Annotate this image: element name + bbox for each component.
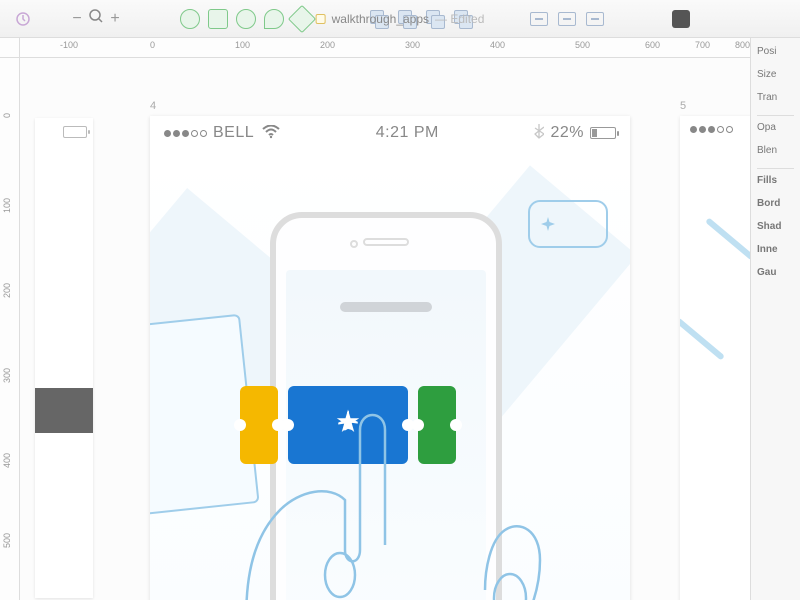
rotate-tool-icon[interactable] — [236, 9, 256, 29]
ruler-tick: 500 — [2, 533, 12, 548]
pencil-tool-icon[interactable] — [288, 4, 316, 32]
ruler-tick: 700 — [695, 40, 710, 50]
ruler-tick: 300 — [2, 368, 12, 383]
wifi-icon — [262, 123, 280, 144]
ticket-green — [418, 386, 456, 464]
ruler-tick: 500 — [575, 40, 590, 50]
signal-icon — [690, 126, 733, 133]
zoom-in-button[interactable]: + — [108, 10, 122, 28]
inspector-label[interactable]: Fills — [757, 175, 794, 186]
document-icon — [316, 14, 326, 24]
inspector-panel: Posi Size Tran Opa Blen Fills Bord Shad … — [750, 38, 800, 600]
shape-tools — [180, 9, 312, 29]
ticket-carousel — [240, 386, 456, 464]
ticket-yellow — [240, 386, 278, 464]
ruler-tick: 100 — [2, 198, 12, 213]
battery-icon — [590, 127, 616, 139]
speaker-slot — [363, 238, 409, 246]
vector-tool-icon[interactable] — [264, 9, 284, 29]
carrier-label: BELL — [213, 124, 254, 142]
front-icon[interactable] — [586, 12, 604, 26]
ruler-tick: -100 — [60, 40, 78, 50]
inspector-label[interactable]: Blen — [757, 145, 794, 156]
artboard-next[interactable] — [680, 116, 750, 600]
mirror-icon[interactable] — [672, 10, 690, 28]
signal-icon — [164, 130, 207, 137]
ruler-tick: 600 — [645, 40, 660, 50]
arrange-tools — [530, 12, 604, 26]
gray-shape[interactable] — [35, 388, 93, 433]
inspector-label[interactable]: Posi — [757, 46, 794, 57]
ruler-tick: 0 — [150, 40, 155, 50]
ruler-tick: 800 — [735, 40, 750, 50]
history-button[interactable] — [12, 8, 34, 30]
ticket-blue — [288, 386, 408, 464]
ruler-tick: 100 — [235, 40, 250, 50]
artboard-main[interactable]: BELL 4:21 PM 22% — [150, 116, 630, 600]
ruler-tick: 400 — [490, 40, 505, 50]
inspector-label[interactable]: Gau — [757, 267, 794, 278]
window-title: walkthrough_apps — Edited — [316, 12, 485, 26]
battery-pct-label: 22% — [550, 124, 584, 142]
oval-tool-icon[interactable] — [180, 9, 200, 29]
rect-tool-icon[interactable] — [208, 9, 228, 29]
canvas[interactable]: 4 BELL 4:21 PM 22% — [20, 58, 750, 600]
artboard-label[interactable]: 4 — [150, 100, 156, 112]
bluetooth-icon — [534, 123, 544, 143]
battery-icon — [63, 126, 87, 138]
ruler-origin[interactable] — [0, 38, 20, 58]
clock-label: 4:21 PM — [376, 124, 439, 142]
edited-label: — Edited — [435, 12, 484, 26]
magnifier-icon[interactable] — [88, 8, 104, 29]
inspector-label[interactable]: Shad — [757, 221, 794, 232]
separator — [757, 115, 794, 116]
document-title: walkthrough_apps — [332, 12, 429, 26]
inspector-label[interactable]: Inne — [757, 244, 794, 255]
ruler-tick: 200 — [2, 283, 12, 298]
device-statusbar: BELL 4:21 PM 22% — [150, 116, 630, 150]
inspector-label[interactable]: Opa — [757, 122, 794, 133]
vertical-ruler[interactable]: 0 100 200 300 400 500 600 — [0, 58, 20, 600]
decor-stripe — [680, 317, 725, 360]
artboard-prev[interactable] — [35, 118, 93, 598]
inspector-label[interactable]: Bord — [757, 198, 794, 209]
zoom-out-button[interactable]: − — [70, 10, 84, 28]
horizontal-ruler[interactable]: -100 0 100 200 300 400 500 600 700 800 — [20, 38, 750, 58]
illustration-area — [150, 150, 630, 600]
zoom-controls: − + — [70, 8, 122, 29]
ruler-tick: 0 — [2, 113, 12, 118]
artboard-label[interactable]: 5 — [680, 100, 686, 112]
ruler-tick: 300 — [405, 40, 420, 50]
luggage-tag — [528, 200, 608, 248]
workspace: -100 0 100 200 300 400 500 600 700 800 0… — [0, 38, 800, 600]
ruler-tick: 400 — [2, 453, 12, 468]
app-toolbar: − + walkthrough_apps — Edited — [0, 0, 800, 38]
separator — [757, 168, 794, 169]
inspector-label[interactable]: Size — [757, 69, 794, 80]
airplane-icon — [333, 407, 363, 444]
ruler-tick: 200 — [320, 40, 335, 50]
forward-icon[interactable] — [530, 12, 548, 26]
backward-icon[interactable] — [558, 12, 576, 26]
inspector-label[interactable]: Tran — [757, 92, 794, 103]
placeholder-bar — [340, 302, 432, 312]
airplane-icon — [540, 216, 556, 232]
decor-stripe — [705, 217, 750, 260]
camera-dot — [350, 240, 358, 248]
